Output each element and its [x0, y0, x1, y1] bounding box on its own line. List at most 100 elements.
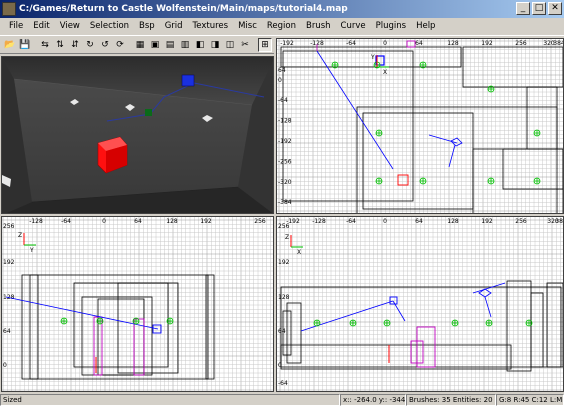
menu-plugins[interactable]: Plugins [371, 18, 411, 35]
x-tick-label: 128 [447, 40, 459, 47]
menu-grid[interactable]: Grid [160, 18, 188, 35]
menu-region[interactable]: Region [262, 18, 301, 35]
x-tick-label: 0 [102, 218, 106, 225]
y-tick-label: 0 [3, 362, 7, 369]
top-grid-canvas: -192 -128 -64 0 64 128 192 256 320384640-64-128-… [277, 39, 564, 213]
hollow-icon[interactable]: ◫ [223, 38, 237, 52]
status-grid-info: G:8 R:45 C:12 L:MR [496, 393, 564, 406]
trigger-brush-side [416, 326, 436, 368]
y-tick-label: -64 [278, 380, 288, 387]
menu-brush[interactable]: Brush [301, 18, 336, 35]
x-tick-label: 128 [166, 218, 178, 225]
menu-textures[interactable]: Textures [188, 18, 234, 35]
x-tick-label: 256 [515, 40, 527, 47]
clipper-icon[interactable]: ✂ [238, 38, 252, 52]
minimize-button[interactable]: _ [516, 2, 530, 15]
horizontal-splitter[interactable] [0, 214, 564, 216]
open-icon[interactable]: 📂 [3, 38, 17, 52]
front-grid-canvas: -128 -64 0 64 128 192 256256192128640ZY [2, 217, 273, 391]
menu-misc[interactable]: Misc [233, 18, 262, 35]
top-xy-viewport[interactable]: -192 -128 -64 0 64 128 192 256 320 384 64 0 -64 -128-… [276, 38, 564, 214]
radiant-editor-window: C:/Games/Return to Castle Wolfenstein/Ma… [0, 0, 564, 406]
y-tick-label: -320 [278, 179, 292, 186]
select-inside-icon[interactable]: ▥ [178, 38, 192, 52]
green-entity-marker[interactable] [145, 109, 152, 116]
x-tick-label: 384 [553, 40, 564, 47]
x-tick-label: 192 [481, 40, 493, 47]
window-buttons: _ □ ✕ [516, 2, 562, 15]
toolbar-separator [33, 38, 37, 52]
menu-help[interactable]: Help [411, 18, 440, 35]
title-bar: C:/Games/Return to Castle Wolfenstein/Ma… [0, 0, 564, 18]
x-tick-label: -64 [61, 218, 71, 225]
maximize-button[interactable]: □ [532, 2, 546, 15]
rotate-z-icon[interactable]: ⟳ [113, 38, 127, 52]
y-tick-label: 0 [278, 77, 282, 84]
y-tick-label: 256 [278, 223, 290, 230]
x-tick-label: 0 [383, 40, 387, 47]
y-tick-label: 256 [3, 223, 15, 230]
y-tick-label: -128 [278, 118, 292, 125]
brush-outline [280, 344, 512, 370]
front-xz-viewport[interactable]: -128 -64 0 64 128 192 256 256 192 128 64 0 Z Y [1, 216, 274, 392]
x-tick-label: 64 [415, 40, 423, 47]
axis-label-horizontal: Y [29, 247, 34, 254]
status-coordinates: x:: -264.0 y:: -344.0 z:: 0.0 [340, 393, 406, 406]
axis-label-horizontal: X [383, 69, 387, 76]
axis-label-vertical: Z [18, 232, 22, 239]
status-bar: Sized x:: -264.0 y:: -344.0 z:: 0.0 Brus… [0, 393, 564, 406]
save-icon[interactable]: 💾 [18, 38, 32, 52]
x-tick-label: -128 [312, 218, 326, 225]
y-tick-label: 192 [3, 259, 15, 266]
y-tick-label: 192 [278, 259, 290, 266]
x-tick-label: 256 [515, 218, 527, 225]
app-icon [2, 2, 16, 16]
menu-file[interactable]: File [4, 18, 28, 35]
status-brush-entity-count: Brushes: 35 Entities: 20 [406, 393, 496, 406]
menu-bsp[interactable]: Bsp [134, 18, 160, 35]
y-tick-label: 64 [278, 67, 286, 74]
menu-bar: File Edit View Selection Bsp Grid Textur… [0, 18, 564, 35]
y-tick-label: 64 [3, 328, 11, 335]
select-partial-tall-icon[interactable]: ▤ [163, 38, 177, 52]
x-tick-label: 256 [254, 218, 266, 225]
menu-selection[interactable]: Selection [85, 18, 134, 35]
x-tick-label: 0 [383, 218, 387, 225]
rotate-x-icon[interactable]: ↻ [83, 38, 97, 52]
menu-curve[interactable]: Curve [336, 18, 371, 35]
camera-scene [2, 57, 273, 213]
axis-label-vertical: Y [370, 54, 375, 61]
brush-outline [502, 148, 563, 190]
menu-edit[interactable]: Edit [28, 18, 54, 35]
csg-merge-icon[interactable]: ◨ [208, 38, 222, 52]
flip-z-icon[interactable]: ⇵ [68, 38, 82, 52]
close-button[interactable]: ✕ [548, 2, 562, 15]
camera-viewport[interactable] [1, 56, 274, 214]
x-tick-label: -128 [29, 218, 43, 225]
x-tick-label: -64 [346, 40, 356, 47]
axis-label-horizontal: X [297, 249, 301, 256]
y-tick-label: 128 [278, 294, 290, 301]
brush-outline [286, 302, 302, 364]
flip-y-icon[interactable]: ⇅ [53, 38, 67, 52]
y-tick-label: 64 [278, 328, 286, 335]
blue-entity-box[interactable] [181, 74, 195, 87]
csg-subtract-icon[interactable]: ◧ [193, 38, 207, 52]
toolbar-separator [128, 38, 132, 52]
y-tick-label: -384 [278, 199, 292, 206]
y-tick-label: -192 [278, 138, 292, 145]
change-views-icon[interactable]: ⊞ [258, 37, 272, 52]
x-tick-label: 192 [200, 218, 212, 225]
flip-x-icon[interactable]: ⇆ [38, 38, 52, 52]
axis-label-vertical: Z [285, 234, 289, 241]
rotate-y-icon[interactable]: ↺ [98, 38, 112, 52]
menu-view[interactable]: View [55, 18, 85, 35]
select-complete-tall-icon[interactable]: ▦ [133, 38, 147, 52]
side-yz-viewport[interactable]: -192-128-6406412819225632038425619212864… [276, 216, 564, 392]
y-tick-label: -256 [278, 158, 292, 165]
x-tick-label: 64 [415, 218, 423, 225]
select-touching-icon[interactable]: ▣ [148, 38, 162, 52]
x-tick-label: -192 [280, 40, 294, 47]
toolbar-separator [253, 38, 257, 52]
window-title: C:/Games/Return to Castle Wolfenstein/Ma… [19, 4, 348, 14]
